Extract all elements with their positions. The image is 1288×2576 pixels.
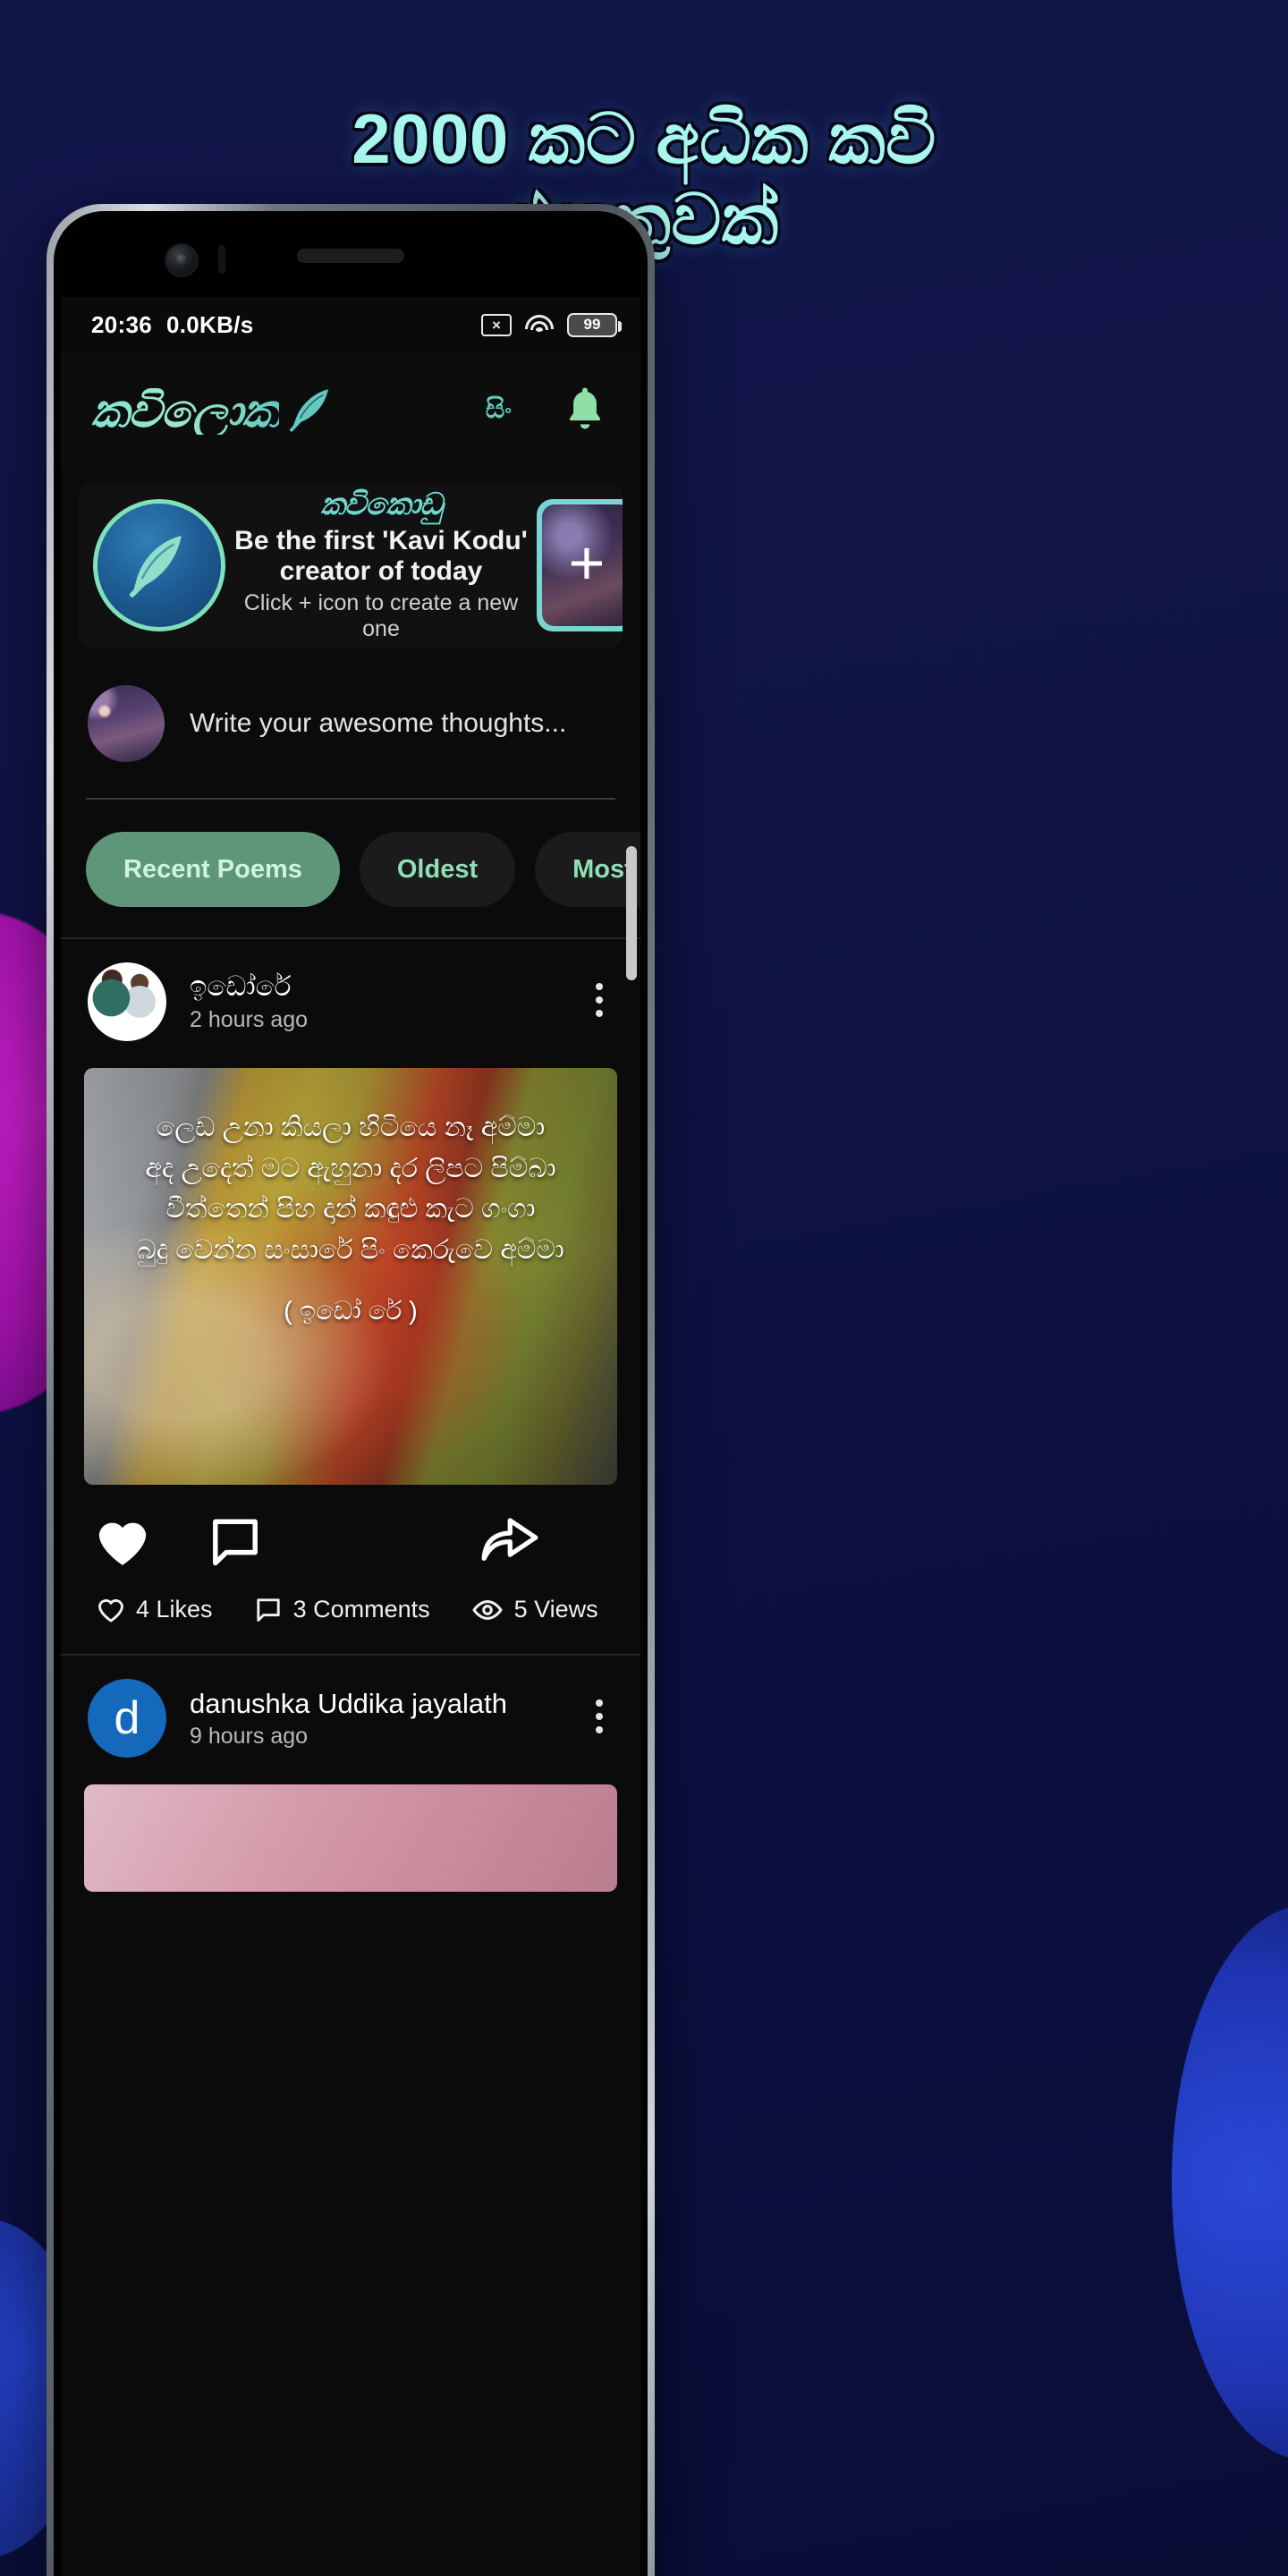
views-count: 5 Views xyxy=(513,1596,598,1623)
views-stat: 5 Views xyxy=(471,1596,598,1623)
post-header: d danushka Uddika jayalath 9 hours ago xyxy=(61,1656,640,1777)
poem-line: අද උදෙත් මට ඇහුනා දර ලිපට පිම්බා xyxy=(145,1153,556,1183)
banner-text-block: කවිකොඩු Be the first 'Kavi Kodu' creator… xyxy=(225,487,537,641)
create-kavi-kodu-button[interactable]: + xyxy=(537,499,623,631)
no-sim-icon: × xyxy=(481,313,512,336)
avatar-initial: d xyxy=(114,1692,140,1744)
front-camera-icon xyxy=(165,243,199,277)
filter-chips-row[interactable]: Recent Poems Oldest Most Viewed Poems of xyxy=(61,800,640,937)
banner-subtitle: Click + icon to create a new one xyxy=(243,589,519,641)
avatar[interactable] xyxy=(88,962,166,1041)
phone-notch-row xyxy=(61,220,640,297)
share-icon[interactable] xyxy=(478,1510,542,1565)
post-composer[interactable]: Write your awesome thoughts... xyxy=(61,648,640,798)
feather-icon xyxy=(130,536,182,597)
poem-line: ලෙඩ උනා කියලා හිටියෙ නෑ අම්මා xyxy=(156,1113,546,1142)
post-meta: danushka Uddika jayalath 9 hours ago xyxy=(190,1688,507,1750)
comment-outline-icon xyxy=(256,1597,280,1622)
banner-feather-avatar xyxy=(93,499,225,631)
post-item: d danushka Uddika jayalath 9 hours ago xyxy=(61,1654,640,1892)
likes-stat[interactable]: 4 Likes xyxy=(97,1596,213,1623)
post-header: ඉඩෝරේ 2 hours ago xyxy=(61,939,640,1061)
poem-image[interactable]: ලෙඩ උනා කියලා හිටියෙ නෑ අම්මා අද උදෙත් ම… xyxy=(84,1068,617,1485)
heart-outline-icon xyxy=(97,1598,124,1623)
composer-placeholder: Write your awesome thoughts... xyxy=(190,708,567,738)
app-logo[interactable]: කවිලොක xyxy=(91,385,335,435)
post-author-name[interactable]: danushka Uddika jayalath xyxy=(190,1688,507,1720)
plus-icon: + xyxy=(568,528,606,597)
headline-line-1: 2000 කට අධික කවි xyxy=(352,99,936,178)
banner-sinhala-title: කවිකොඩු xyxy=(320,487,442,522)
post-timestamp: 9 hours ago xyxy=(190,1723,309,1749)
kavi-kodu-banner[interactable]: කවිකොඩු Be the first 'Kavi Kodu' creator… xyxy=(79,483,623,648)
quill-icon xyxy=(290,389,329,432)
eye-icon xyxy=(471,1599,503,1620)
bell-icon[interactable] xyxy=(562,385,608,435)
filter-chip-recent-poems[interactable]: Recent Poems xyxy=(86,832,340,907)
poem-line: බුදු වෙන්න සංසාරේ පිං කෙරුවෙ අම්මා xyxy=(137,1234,564,1265)
earpiece-speaker xyxy=(297,249,404,263)
comment-icon[interactable] xyxy=(208,1516,263,1568)
filter-chip-most-viewed[interactable]: Most Viewed xyxy=(535,832,640,907)
battery-icon: 99 xyxy=(567,312,622,337)
decorative-blob-blue-right xyxy=(1172,1905,1288,2460)
battery-level-label: 99 xyxy=(583,316,601,333)
language-toggle-button[interactable]: සිං xyxy=(486,394,512,425)
filter-chip-oldest[interactable]: Oldest xyxy=(359,832,516,907)
more-vertical-icon[interactable] xyxy=(596,1699,603,1733)
comments-count: 3 Comments xyxy=(292,1596,430,1623)
poem-line: වීත්තෙන් පිහ දාන් කඳුළු කැට ගංගා xyxy=(165,1194,536,1224)
sensor-icon xyxy=(218,245,225,274)
no-sim-label: × xyxy=(492,316,501,334)
more-vertical-icon[interactable] xyxy=(596,983,603,1017)
header-actions: සිං xyxy=(486,385,608,435)
post-meta: ඉඩෝරේ 2 hours ago xyxy=(190,970,308,1033)
phone-screen: 20:36 0.0KB/s × 99 කවිලොක සිං කවිකොඩු Be… xyxy=(61,220,640,2576)
scrollbar-thumb[interactable] xyxy=(626,846,637,980)
status-network-speed: 0.0KB/s xyxy=(166,310,254,338)
post-stats: 4 Likes 3 Comments 5 Views xyxy=(61,1590,640,1654)
poem-image[interactable] xyxy=(84,1784,617,1892)
post-timestamp: 2 hours ago xyxy=(190,1007,309,1032)
status-bar: 20:36 0.0KB/s × 99 xyxy=(61,297,640,352)
wifi-icon xyxy=(524,313,555,336)
comments-stat[interactable]: 3 Comments xyxy=(254,1596,430,1623)
banner-title: Be the first 'Kavi Kodu' creator of toda… xyxy=(234,525,528,586)
poem-text: ලෙඩ උනා කියලා හිටියෙ නෑ අම්මා අද උදෙත් ම… xyxy=(84,1068,617,1270)
composer-avatar xyxy=(88,685,165,762)
app-logo-text: කවිලොක xyxy=(91,386,280,437)
heart-filled-icon[interactable] xyxy=(93,1515,152,1569)
status-bar-right: × 99 xyxy=(481,312,622,337)
poem-signature: ( ඉඩෝ රේ ) xyxy=(284,1297,418,1326)
phone-bezel: 20:36 0.0KB/s × 99 කවිලොක සිං කවිකොඩු Be… xyxy=(54,211,648,2576)
app-header: කවිලොක සිං xyxy=(61,352,640,467)
post-author-name[interactable]: ඉඩෝරේ xyxy=(190,970,308,1004)
phone-mockup-frame: 20:36 0.0KB/s × 99 කවිලොක සිං කවිකොඩු Be… xyxy=(47,204,655,2576)
post-item: ඉඩෝරේ 2 hours ago ලෙඩ උනා කියලා හිටියෙ න… xyxy=(61,937,640,1654)
avatar[interactable]: d xyxy=(88,1679,166,1758)
status-bar-left: 20:36 0.0KB/s xyxy=(91,311,253,339)
post-action-bar xyxy=(61,1485,640,1590)
likes-count: 4 Likes xyxy=(136,1596,213,1623)
status-time: 20:36 xyxy=(91,310,152,338)
